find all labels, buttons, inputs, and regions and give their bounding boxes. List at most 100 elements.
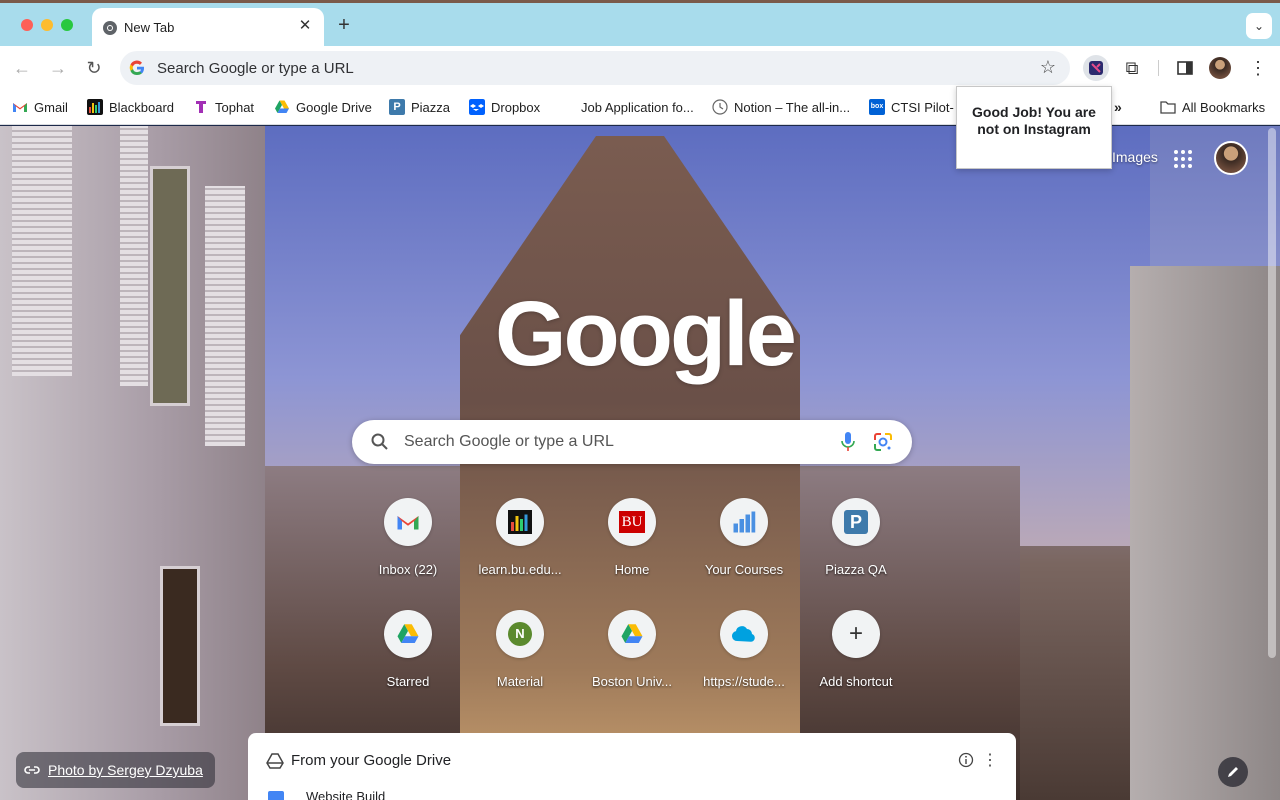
bookmarks-overflow-button[interactable]: »	[1114, 98, 1122, 116]
window-maximize-button[interactable]	[61, 19, 73, 31]
shortcut-label: Your Courses	[704, 562, 784, 577]
tab-title: New Tab	[124, 20, 175, 35]
bookmark-blackboard[interactable]: Blackboard	[87, 98, 174, 116]
bookmark-label: Gmail	[34, 99, 68, 115]
drive-icon	[275, 100, 289, 113]
drive-icon	[621, 624, 643, 643]
microphone-icon[interactable]	[840, 431, 856, 453]
ntp-search-box[interactable]: Search Google or type a URL	[352, 420, 912, 464]
shortcut-material[interactable]: N Material	[464, 610, 576, 722]
bookmark-job-application[interactable]: Job Application fo...	[559, 98, 694, 116]
back-button[interactable]: ←	[9, 55, 35, 81]
drive-outline-icon	[266, 753, 284, 769]
shortcut-label: Piazza QA	[825, 562, 887, 577]
drive-suggestions-card: From your Google Drive ⋮ Website Build	[248, 733, 1016, 800]
search-icon	[371, 433, 388, 450]
all-bookmarks-button[interactable]: All Bookmarks	[1160, 98, 1265, 116]
chevron-down-icon: ⌄	[1253, 19, 1265, 33]
background-right-building	[1130, 266, 1280, 800]
link-icon	[24, 766, 40, 774]
bookmark-ctsi[interactable]: box CTSI Pilot-	[869, 98, 954, 116]
shortcut-boston-univ[interactable]: Boston Univ...	[576, 610, 688, 722]
bookmark-label: Job Application fo...	[581, 99, 694, 115]
bookmark-piazza[interactable]: P Piazza	[389, 98, 450, 116]
piazza-icon: P	[844, 510, 868, 534]
extensions-button[interactable]: ⧉	[1119, 55, 1145, 81]
window-minimize-button[interactable]	[41, 19, 53, 31]
side-panel-icon	[1177, 61, 1193, 75]
photo-credit[interactable]: Photo by Sergey Dzyuba	[16, 752, 215, 788]
shortcut-learn-bu[interactable]: learn.bu.edu...	[464, 498, 576, 610]
bookmark-label: Google Drive	[296, 99, 372, 115]
shortcut-piazza-qa[interactable]: P Piazza QA	[800, 498, 912, 610]
scrollbar[interactable]	[1268, 128, 1276, 658]
ntp-profile-avatar[interactable]	[1214, 141, 1248, 175]
popup-message: Good Job! You are not on Instagram	[972, 104, 1096, 137]
shortcut-inbox[interactable]: Inbox (22)	[352, 498, 464, 610]
tab-search-button[interactable]: ⌄	[1246, 13, 1272, 39]
omnibox[interactable]: Search Google or type a URL ☆	[120, 51, 1070, 85]
extension-active-button[interactable]	[1083, 55, 1109, 81]
photo-credit-link[interactable]: Photo by Sergey Dzyuba	[48, 762, 203, 778]
bookmark-notion[interactable]: Notion – The all-in...	[712, 98, 850, 116]
pencil-icon	[1228, 767, 1238, 777]
shortcut-label: Inbox (22)	[378, 562, 438, 577]
bar-chart-icon	[733, 511, 756, 533]
tab-new-tab[interactable]: New Tab ✕	[92, 8, 324, 49]
chrome-icon	[103, 21, 117, 35]
shortcut-student-link[interactable]: https://stude...	[688, 610, 800, 722]
shortcut-label: Add shortcut	[819, 674, 893, 689]
shortcut-label: Boston Univ...	[592, 674, 672, 689]
drive-icon	[397, 624, 419, 643]
images-link[interactable]: Images	[1112, 149, 1158, 165]
tab-strip: New Tab ✕ + ⌄	[0, 0, 1280, 49]
arrow-right-icon: →	[49, 58, 67, 78]
bookmark-gmail[interactable]: Gmail	[12, 98, 68, 116]
side-panel-button[interactable]	[1172, 55, 1198, 81]
close-icon[interactable]: ✕	[296, 17, 314, 35]
blackboard-icon	[87, 99, 103, 115]
chrome-menu-button[interactable]: ⋮	[1245, 55, 1271, 81]
bookmark-google-drive[interactable]: Google Drive	[274, 98, 372, 116]
extension-popup: Good Job! You are not on Instagram	[956, 86, 1112, 169]
drive-file-item[interactable]: Website Build	[268, 789, 385, 800]
bookmark-dropbox[interactable]: Dropbox	[469, 98, 540, 116]
blackboard-icon	[508, 510, 532, 534]
bookmark-label: Tophat	[215, 99, 255, 115]
more-vertical-icon[interactable]: ⋮	[982, 750, 998, 770]
tophat-icon	[196, 101, 206, 113]
shortcut-starred[interactable]: Starred	[352, 610, 464, 722]
add-shortcut-button[interactable]: + Add shortcut	[800, 610, 912, 722]
background-left-building	[0, 126, 265, 800]
bookmark-label: Notion – The all-in...	[734, 99, 851, 115]
toolbar-divider	[1158, 60, 1159, 76]
shortcut-label: Material	[496, 674, 544, 689]
customize-button[interactable]	[1218, 757, 1248, 787]
profile-avatar[interactable]	[1209, 57, 1231, 79]
bookmark-label: CTSI Pilot-	[891, 99, 954, 115]
google-lens-icon[interactable]	[872, 431, 894, 453]
window-close-button[interactable]	[21, 19, 33, 31]
ntp-search-placeholder: Search Google or type a URL	[404, 433, 614, 450]
shortcut-your-courses[interactable]: Your Courses	[688, 498, 800, 610]
gmail-icon	[397, 516, 419, 530]
forward-button[interactable]: →	[45, 55, 71, 81]
bookmark-label: Dropbox	[491, 99, 541, 115]
new-tab-button[interactable]: +	[334, 15, 354, 35]
bu-icon: BU	[618, 511, 646, 533]
extension-app-icon	[1089, 61, 1103, 75]
all-bookmarks-label: All Bookmarks	[1182, 99, 1266, 115]
bookmark-star-icon[interactable]: ☆	[1040, 57, 1056, 78]
reload-button[interactable]: ↻	[81, 55, 107, 81]
box-icon: box	[869, 99, 885, 115]
shortcut-home[interactable]: BU Home	[576, 498, 688, 610]
blank-icon	[559, 99, 575, 115]
arrow-left-icon: ←	[13, 58, 31, 78]
letter-n-icon: N	[508, 622, 532, 646]
bookmark-tophat[interactable]: Tophat	[193, 98, 254, 116]
puzzle-icon: ⧉	[1125, 58, 1139, 78]
apps-grid-icon[interactable]	[1172, 148, 1194, 170]
info-icon[interactable]	[958, 752, 974, 768]
shortcut-label: Starred	[386, 674, 430, 689]
drive-file-name: Website Build	[306, 789, 386, 800]
